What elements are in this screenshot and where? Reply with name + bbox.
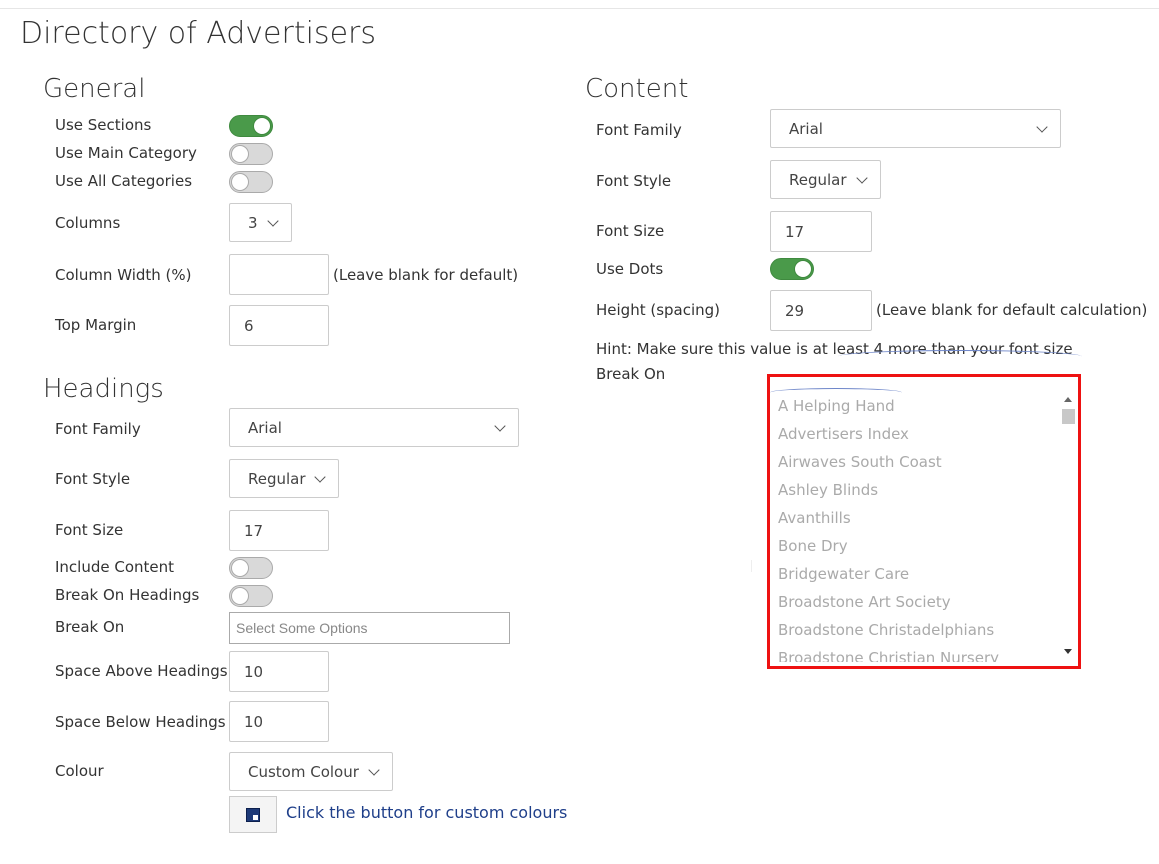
headings-font-family-select[interactable]: Arial (229, 408, 519, 447)
use-main-category-label: Use Main Category (55, 144, 197, 162)
chevron-down-icon (1036, 120, 1048, 133)
colour-select[interactable]: Custom Colour (229, 752, 393, 791)
use-dots-toggle[interactable] (770, 258, 814, 280)
chevron-down-icon (494, 419, 506, 432)
include-content-label: Include Content (55, 558, 175, 576)
headings-font-style-value: Regular (248, 469, 306, 488)
custom-colour-button[interactable] (229, 796, 277, 833)
break-on-headings-toggle[interactable] (229, 585, 273, 607)
space-below-headings-label: Space Below Headings (55, 713, 226, 731)
headings-font-size-label: Font Size (55, 521, 124, 539)
toggle-knob (231, 559, 249, 577)
height-spacing-note: (Leave blank for default calculation) (876, 301, 1148, 319)
columns-select-value: 3 (248, 213, 258, 232)
top-margin-input[interactable]: 6 (229, 305, 329, 346)
use-dots-label: Use Dots (596, 260, 664, 278)
top-margin-label: Top Margin (55, 316, 137, 334)
use-sections-label: Use Sections (55, 116, 152, 134)
columns-label: Columns (55, 214, 121, 232)
headings-break-on-multiselect[interactable]: Select Some Options (229, 612, 510, 644)
general-section-title: General (43, 74, 146, 104)
highlight-box (767, 374, 1081, 669)
headings-font-style-select[interactable]: Regular (229, 459, 339, 498)
column-width-note: (Leave blank for default) (333, 266, 519, 284)
content-font-style-label: Font Style (596, 172, 672, 190)
include-content-toggle[interactable] (229, 557, 273, 579)
content-font-family-label: Font Family (596, 121, 682, 139)
toggle-knob (231, 145, 249, 163)
toggle-knob (231, 587, 249, 605)
divider (751, 560, 752, 572)
headings-break-on-label: Break On (55, 618, 125, 636)
headings-font-family-label: Font Family (55, 420, 141, 438)
content-font-family-value: Arial (789, 119, 823, 138)
colour-select-value: Custom Colour (248, 762, 359, 781)
toggle-knob (253, 117, 271, 135)
space-above-headings-label: Space Above Headings (55, 662, 228, 680)
toggle-knob (794, 260, 812, 278)
content-font-style-value: Regular (789, 170, 847, 189)
headings-section-title: Headings (43, 374, 164, 404)
chevron-down-icon (267, 214, 279, 227)
columns-select[interactable]: 3 (229, 203, 292, 242)
toggle-knob (231, 173, 249, 191)
content-font-size-input[interactable]: 17 (770, 211, 872, 252)
use-all-categories-label: Use All Categories (55, 172, 193, 190)
top-divider (0, 8, 1159, 9)
headings-font-style-label: Font Style (55, 470, 131, 488)
colour-label: Colour (55, 762, 104, 780)
column-width-label: Column Width (%) (55, 266, 192, 284)
use-main-category-toggle[interactable] (229, 143, 273, 165)
chevron-down-icon (856, 171, 868, 184)
column-width-input[interactable] (229, 254, 329, 295)
chevron-down-icon (368, 763, 380, 776)
content-font-size-label: Font Size (596, 222, 665, 240)
annotation-underline (838, 350, 1082, 363)
colour-picker-icon (246, 807, 260, 822)
content-font-style-select[interactable]: Regular (770, 160, 881, 199)
headings-font-family-value: Arial (248, 418, 282, 437)
page-title: Directory of Advertisers (20, 16, 376, 51)
break-on-headings-label: Break On Headings (55, 586, 200, 604)
content-break-on-label: Break On (596, 365, 666, 383)
content-font-family-select[interactable]: Arial (770, 109, 1061, 148)
use-sections-toggle[interactable] (229, 115, 273, 137)
height-spacing-label: Height (spacing) (596, 301, 721, 319)
height-spacing-input[interactable]: 29 (770, 290, 872, 331)
chevron-down-icon (314, 470, 326, 483)
headings-font-size-input[interactable]: 17 (229, 510, 329, 551)
use-all-categories-toggle[interactable] (229, 171, 273, 193)
content-section-title: Content (585, 74, 689, 104)
space-above-headings-input[interactable]: 10 (229, 651, 329, 692)
custom-colours-link[interactable]: Click the button for custom colours (286, 803, 567, 822)
space-below-headings-input[interactable]: 10 (229, 701, 329, 742)
